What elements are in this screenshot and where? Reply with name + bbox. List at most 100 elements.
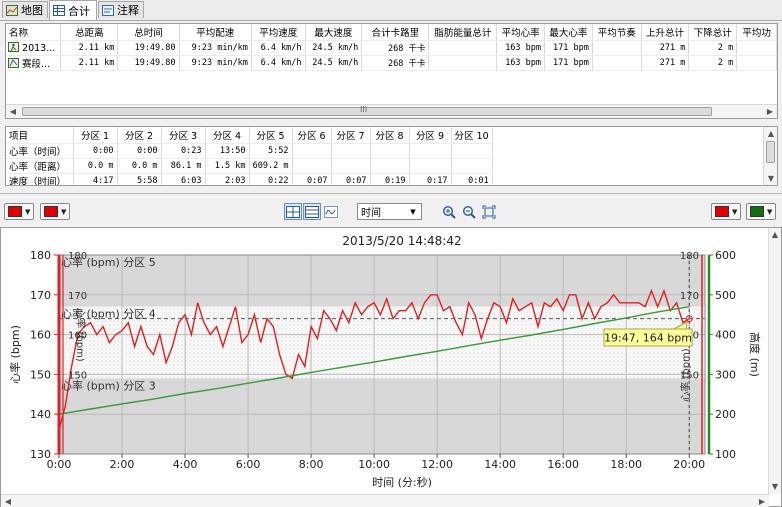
cell (451, 158, 493, 174)
column-header[interactable]: 分区 3 (161, 127, 206, 144)
column-header[interactable]: 最大心率 (544, 24, 593, 41)
table-row[interactable]: 2013... 2.11 km 19:49.80 9:23 min/km 6.4… (6, 40, 777, 56)
y2-axis-label: 高度 (m) (748, 332, 762, 377)
column-header[interactable]: 上升总计 (641, 24, 690, 41)
cell: 13:50 (205, 143, 250, 159)
panel-splitter[interactable] (0, 193, 782, 198)
cell: 19:49.80 (117, 55, 180, 71)
cell: 2:03 (205, 173, 250, 185)
column-header[interactable]: 分区 1 (73, 127, 118, 144)
inner-axis-label: 心率 (bpm) (74, 308, 87, 362)
chart-horizontal-scrollbar[interactable]: ◀ ▶ (1, 494, 769, 507)
table-row[interactable]: 速度（时间） 4:17 5:58 6:03 2:03 0:22 0:07 0:0… (6, 173, 493, 185)
left-axis-color-button[interactable]: ▼ (4, 203, 34, 220)
table-icon (53, 5, 65, 16)
x-tick-label: 6:00 (236, 458, 261, 471)
x-tick-label: 2:00 (110, 458, 135, 471)
cell (428, 55, 498, 71)
cell (409, 143, 452, 159)
x-tick-label: 4:00 (173, 458, 198, 471)
table-row[interactable]: 心率（时间） 0:00 0:00 0:23 13:50 5:52 (6, 143, 493, 159)
cursor-tooltip-label: 19:47, 164 bpm (604, 332, 692, 345)
name-cell: 赛段... (6, 55, 62, 71)
scroll-right-icon[interactable]: ▶ (755, 495, 769, 507)
column-header[interactable]: 名称 (6, 24, 62, 41)
table-row[interactable]: 心率（距离） 0.0 m 0.0 m 86.1 m 1.5 km 609.2 m (6, 158, 493, 174)
column-header[interactable]: 平均配速 (179, 24, 252, 41)
list-mode-button[interactable] (303, 203, 321, 220)
chart-mode-icon (286, 205, 300, 218)
scroll-left-icon[interactable]: ◀ (1, 495, 15, 507)
chart-vertical-scrollbar[interactable]: ▲ ▼ (768, 228, 781, 494)
scroll-thumb[interactable]: III (22, 105, 712, 116)
column-header[interactable]: 分区 7 (331, 127, 371, 144)
scroll-down-icon[interactable]: ▼ (764, 172, 777, 185)
summary-header-row: 名称 总距离 总时间 平均配速 平均速度 最大速度 合计卡路里 脂肪能量总计 平… (6, 24, 777, 41)
left-axis-color-button-2[interactable]: ▼ (40, 203, 70, 220)
column-header[interactable]: 分区 9 (409, 127, 452, 144)
tab-map[interactable]: 地图 (2, 1, 48, 18)
scroll-up-icon[interactable]: ▲ (769, 228, 781, 241)
zoom-in-button[interactable] (440, 203, 458, 220)
column-header[interactable]: 总距离 (60, 24, 119, 41)
column-header[interactable]: 分区 6 (292, 127, 332, 144)
column-header[interactable]: 分区 5 (249, 127, 293, 144)
column-header[interactable]: 平均节奏 (592, 24, 642, 41)
cell (736, 40, 777, 56)
scroll-left-icon[interactable]: ◀ (6, 105, 20, 118)
cell: 268 千卡 (361, 40, 430, 56)
scroll-down-icon[interactable]: ▼ (769, 480, 781, 493)
column-header[interactable]: 项目 (6, 127, 74, 144)
x-axis-select[interactable]: 时间 ▼ (357, 203, 422, 220)
column-header[interactable]: 平均功 (736, 24, 777, 41)
column-header[interactable]: 分区 4 (205, 127, 250, 144)
tab-summary[interactable]: 合计 (49, 0, 97, 20)
zones-table-panel: 项目 分区 1 分区 2 分区 3 分区 4 分区 5 分区 6 分区 7 分区… (5, 126, 778, 186)
column-header[interactable]: 平均心率 (496, 24, 546, 41)
inner-tick-label: 170 (680, 291, 699, 302)
cell: 24.5 km/h (305, 55, 363, 71)
cell: 0:00 (73, 143, 118, 159)
column-header[interactable]: 下降总计 (688, 24, 738, 41)
zoom-out-button[interactable] (460, 203, 478, 220)
column-header[interactable]: 最大速度 (305, 24, 363, 41)
chart-mode-button[interactable] (284, 203, 302, 220)
column-header[interactable]: 脂肪能量总计 (428, 24, 498, 41)
horizontal-scrollbar[interactable]: ◀ III ▶ (6, 104, 777, 118)
tab-label: 合计 (68, 4, 90, 18)
cell: 0:07 (292, 173, 332, 185)
y2-tick-label: 300 (715, 368, 736, 381)
cell: 2.11 km (60, 55, 119, 71)
tab-notes[interactable]: 注释 (98, 1, 144, 18)
x-tick-label: 14:00 (484, 458, 516, 471)
zoom-fit-icon (482, 205, 496, 218)
column-header[interactable]: 合计卡路里 (361, 24, 430, 41)
chevron-down-icon: ▼ (767, 207, 773, 216)
right-axis-color-button-2[interactable]: ▼ (746, 203, 776, 220)
y-tick-label: 170 (30, 289, 51, 302)
chevron-down-icon: ▼ (410, 207, 416, 216)
cell (451, 143, 493, 159)
column-header[interactable]: 分区 8 (370, 127, 410, 144)
cell: 5:52 (249, 143, 293, 159)
heart-rate-chart[interactable]: 心率 (bpm) 分区 5心率 (bpm) 分区 4心率 (bpm) 分区 31… (1, 228, 769, 494)
y2-tick-label: 100 (715, 448, 736, 461)
wave-mode-button[interactable] (322, 203, 340, 220)
cell (592, 40, 642, 56)
zone-band (59, 255, 705, 307)
column-header[interactable]: 总时间 (117, 24, 180, 41)
cell: 609.2 m (249, 158, 293, 174)
cell: 271 m (641, 55, 690, 71)
vertical-scrollbar[interactable]: ▲ ▼ (763, 127, 777, 185)
scroll-right-icon[interactable]: ▶ (763, 105, 777, 118)
scroll-up-icon[interactable]: ▲ (764, 127, 777, 140)
zoom-fit-button[interactable] (480, 203, 498, 220)
right-axis-color-button[interactable]: ▼ (711, 203, 741, 220)
column-header[interactable]: 分区 2 (117, 127, 162, 144)
scroll-thumb[interactable] (766, 141, 775, 163)
name-cell: 2013... (6, 40, 62, 56)
column-header[interactable]: 平均速度 (251, 24, 306, 41)
column-header[interactable]: 分区 10 (451, 127, 493, 144)
cell: 1.5 km (205, 158, 250, 174)
table-row[interactable]: 赛段... 2.11 km 19:49.80 9:23 min/km 6.4 k… (6, 55, 777, 71)
